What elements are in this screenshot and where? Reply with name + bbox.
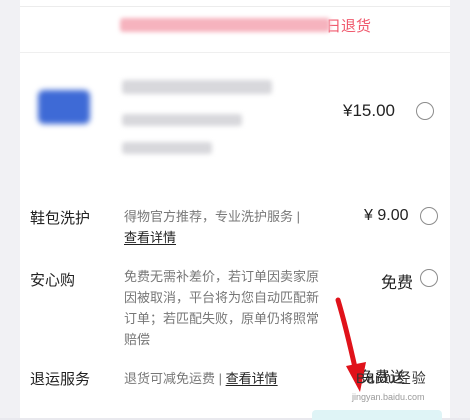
assurance-line-1: 免费无需补差价，若订单因卖家原 xyxy=(124,269,320,284)
product-spec-blurred xyxy=(122,114,242,126)
service-label-return-shipping: 退运服务 xyxy=(30,371,91,388)
top-divider xyxy=(20,0,450,7)
service-desc-wash: 得物官方推荐，专业洗护服务 | 查看详情 xyxy=(124,206,329,248)
service-label-assurance: 安心购 xyxy=(30,272,76,289)
service-label-wash: 鞋包洗护 xyxy=(30,210,91,227)
service-radio-wash[interactable] xyxy=(420,207,438,225)
right-gutter xyxy=(450,0,470,418)
service-radio-assurance[interactable] xyxy=(420,269,438,287)
promo-tag: 日退货 xyxy=(120,14,371,36)
service-desc-return-shipping: 退货可减免运费 | 查看详情 xyxy=(124,368,324,389)
left-gutter xyxy=(0,0,20,418)
service-desc-assurance: 免费无需补差价，若订单因卖家原 因被取消，平台将为您自动匹配新 订单；若匹配失败… xyxy=(124,266,349,350)
watermark-logo: Baidu经验 xyxy=(356,370,427,386)
service-return-text: 退货可减免运费 | xyxy=(124,371,222,386)
order-options-card: 日退货 ¥15.00 鞋包洗护 得物官方推荐，专业洗护服务 | 查看详情 ¥ 9… xyxy=(0,0,470,420)
product-radio[interactable] xyxy=(416,102,434,120)
assurance-line-4: 赔偿 xyxy=(124,332,151,347)
product-price: ¥15.00 xyxy=(343,101,395,120)
assurance-line-3: 订单；若匹配失败，原单仍将照常 xyxy=(124,311,320,326)
service-price-wash: ¥ 9.00 xyxy=(364,207,409,224)
promo-return-text: 日退货 xyxy=(326,17,372,35)
product-title-blurred xyxy=(122,80,272,94)
service-desc-wash-text: 得物官方推荐，专业洗护服务 | xyxy=(124,209,300,224)
watermark-url: jingyan.baidu.com xyxy=(352,392,425,402)
promo-blurred-text xyxy=(120,18,330,32)
service-return-details-link[interactable]: 查看详情 xyxy=(226,371,278,386)
service-price-assurance: 免费 xyxy=(381,275,414,292)
product-thumbnail xyxy=(38,90,90,124)
bottom-action-button[interactable] xyxy=(312,410,442,420)
section-divider xyxy=(20,52,450,53)
service-wash-details-link[interactable]: 查看详情 xyxy=(124,230,176,245)
product-note-blurred xyxy=(122,142,212,154)
assurance-line-2: 因被取消，平台将为您自动匹配新 xyxy=(124,290,320,305)
